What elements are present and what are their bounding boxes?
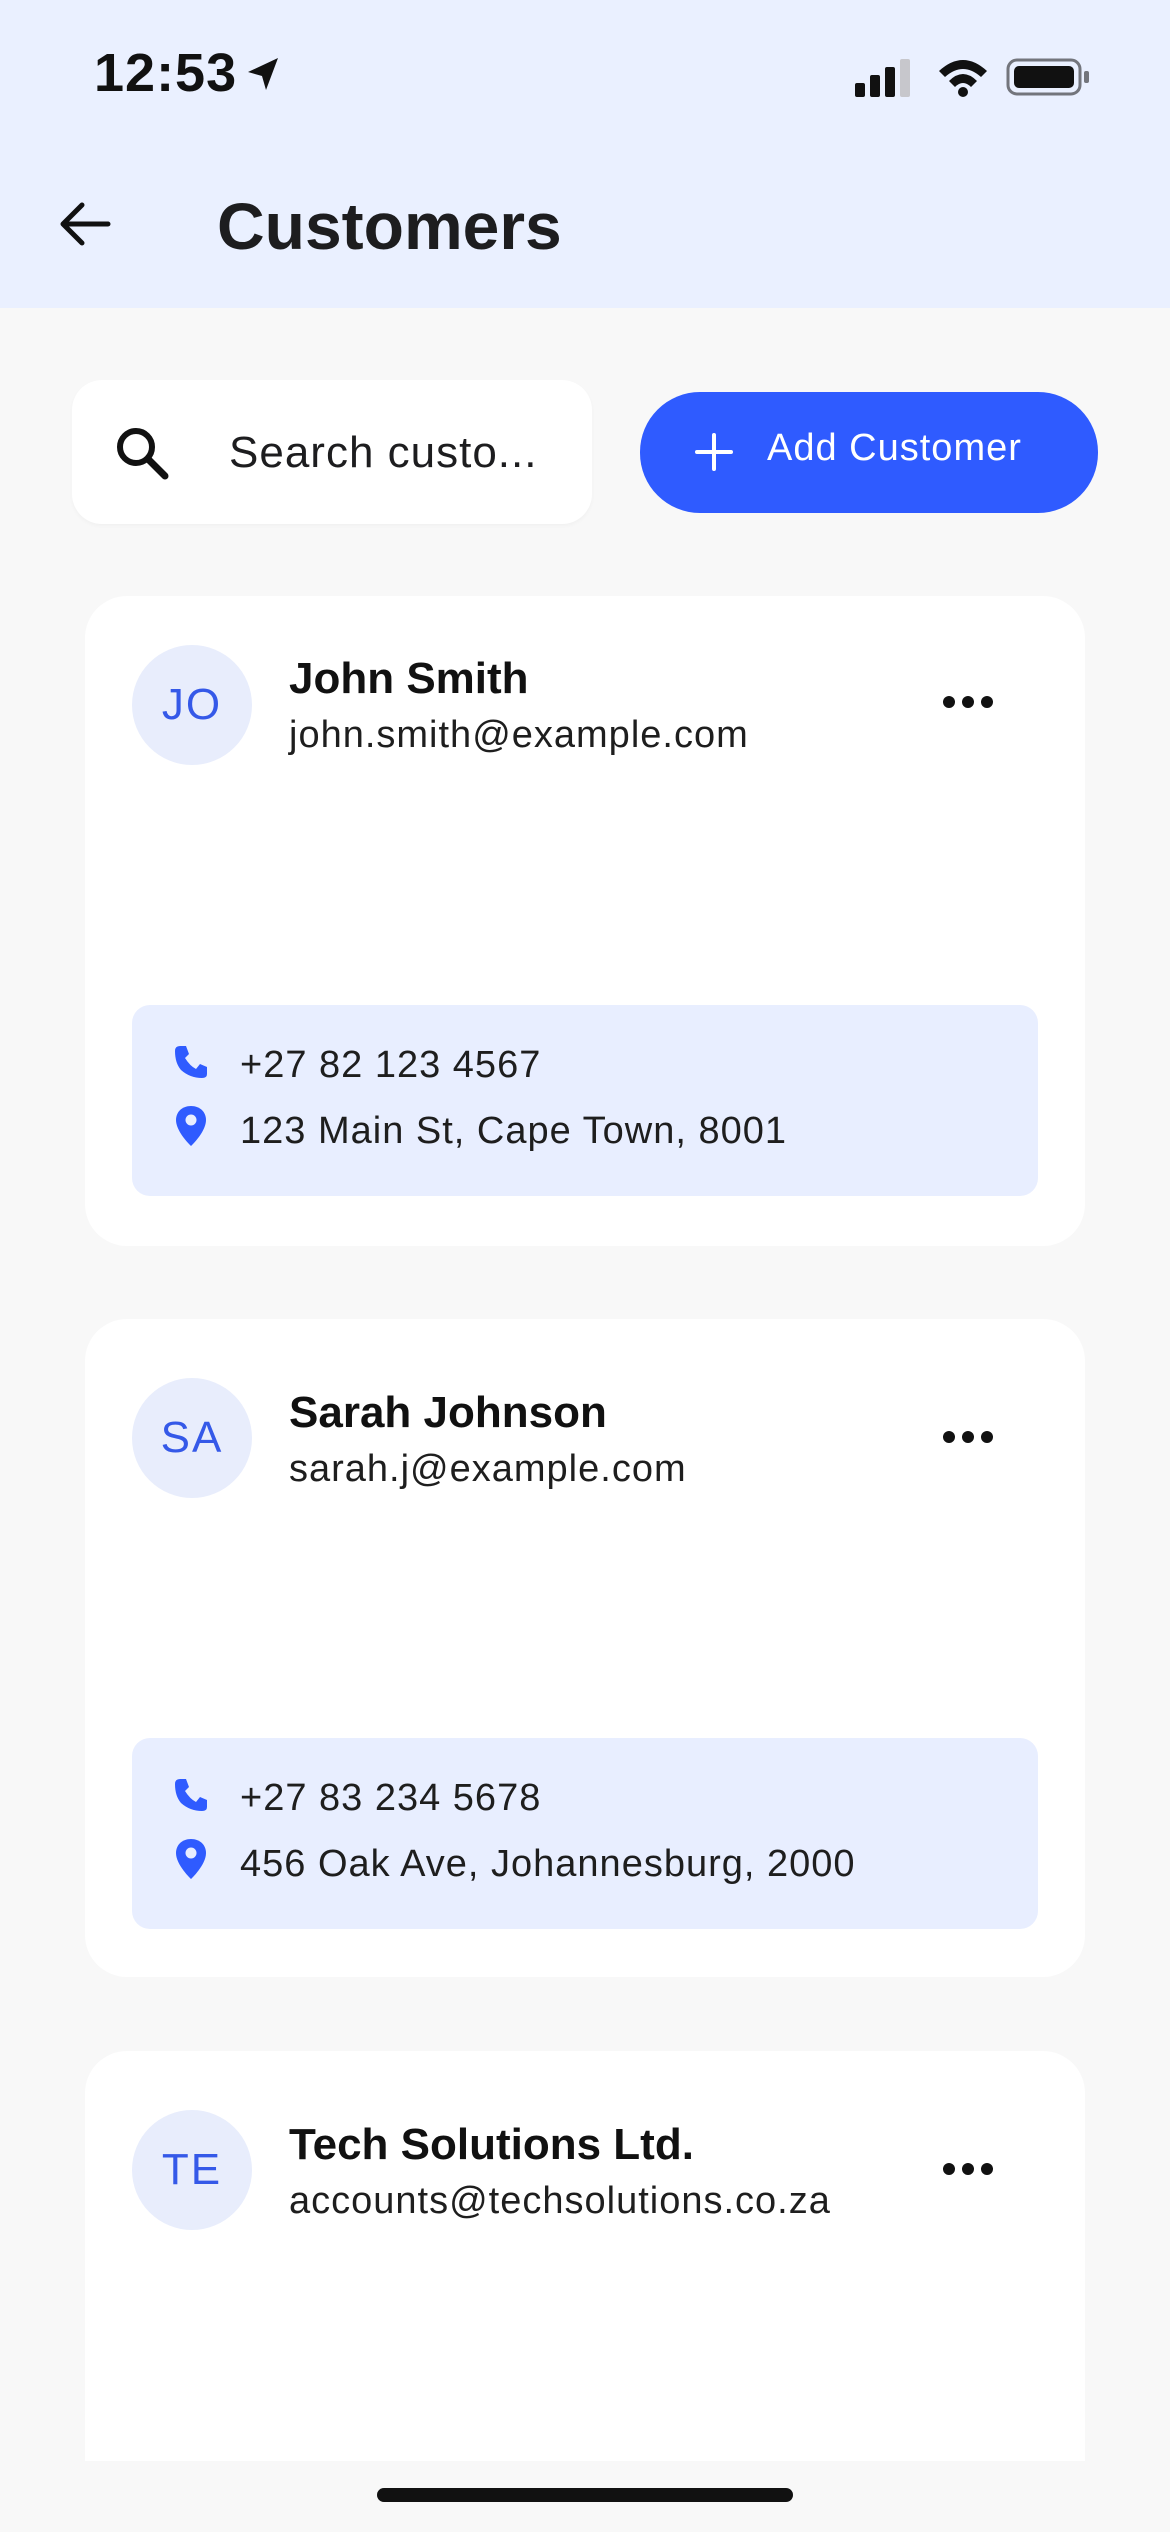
- phone-icon: [175, 1779, 207, 1811]
- customer-address: 123 Main St, Cape Town, 8001: [240, 1110, 787, 1152]
- signal-icon: [855, 59, 910, 97]
- customer-email: john.smith@example.com: [289, 714, 749, 756]
- customer-card[interactable]: JO John Smith john.smith@example.com +27…: [85, 596, 1085, 1246]
- customer-phone: +27 82 123 4567: [240, 1044, 542, 1086]
- contact-details: +27 82 123 4567 123 Main St, Cape Town, …: [132, 1005, 1038, 1196]
- location-pin-icon: [176, 1839, 206, 1879]
- phone-icon: [175, 1046, 207, 1078]
- status-time: 12:53: [94, 43, 238, 103]
- plus-icon: [695, 433, 733, 471]
- home-indicator: [377, 2488, 793, 2502]
- customer-phone: +27 83 234 5678: [240, 1777, 542, 1819]
- contact-details: +27 83 234 5678 456 Oak Ave, Johannesbur…: [132, 1738, 1038, 1929]
- search-placeholder[interactable]: Search custo...: [229, 428, 569, 478]
- battery-icon: [1006, 58, 1089, 96]
- search-icon: [117, 428, 169, 480]
- customer-email: sarah.j@example.com: [289, 1448, 687, 1490]
- wifi-icon: [939, 60, 987, 97]
- more-icon[interactable]: [941, 1427, 995, 1447]
- more-icon[interactable]: [941, 692, 995, 712]
- location-arrow-icon: [248, 58, 278, 90]
- customer-name: Sarah Johnson: [289, 1388, 607, 1437]
- location-pin-icon: [176, 1106, 206, 1146]
- more-icon[interactable]: [941, 2159, 995, 2179]
- customer-name: Tech Solutions Ltd.: [289, 2120, 694, 2169]
- avatar: JO: [132, 645, 252, 765]
- customer-email: accounts@techsolutions.co.za: [289, 2180, 831, 2222]
- back-arrow-icon[interactable]: [56, 195, 114, 253]
- customer-card[interactable]: SA Sarah Johnson sarah.j@example.com +27…: [85, 1319, 1085, 1977]
- page-title: Customers: [217, 189, 562, 263]
- customer-name: John Smith: [289, 654, 529, 703]
- add-customer-label[interactable]: Add Customer: [767, 427, 1022, 470]
- avatar: TE: [132, 2110, 252, 2230]
- customer-address: 456 Oak Ave, Johannesburg, 2000: [240, 1843, 856, 1885]
- avatar: SA: [132, 1378, 252, 1498]
- customer-card[interactable]: TE Tech Solutions Ltd. accounts@techsolu…: [85, 2051, 1085, 2461]
